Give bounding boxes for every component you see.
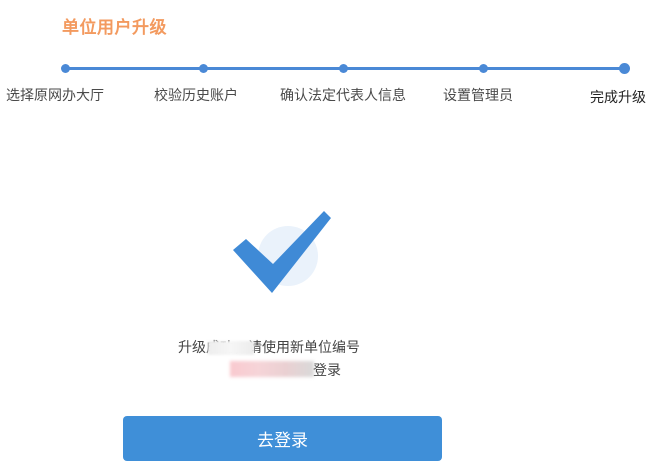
redaction-blur [208,341,254,355]
go-login-button[interactable]: 去登录 [123,416,442,461]
step-dot-4 [479,64,488,73]
step-label-5: 完成升级 [590,90,646,106]
step-label-4: 设置管理员 [443,88,513,104]
step-label-1: 选择原网办大厅 [6,88,104,104]
step-dot-3 [339,64,348,73]
step-label-3: 确认法定代表人信息 [280,88,406,104]
step-dot-5 [619,63,630,74]
check-icon [233,211,331,293]
success-message-line2: 登录 [313,363,341,379]
step-dot-2 [199,64,208,73]
step-label-2: 校验历史账户 [154,88,238,104]
success-message-line1: 升级成功，请使用新单位编号 [178,340,360,356]
page-title: 单位用户升级 [62,18,167,38]
step-dot-1 [61,64,70,73]
success-indicator [228,206,336,300]
unit-number-redacted [230,361,314,377]
